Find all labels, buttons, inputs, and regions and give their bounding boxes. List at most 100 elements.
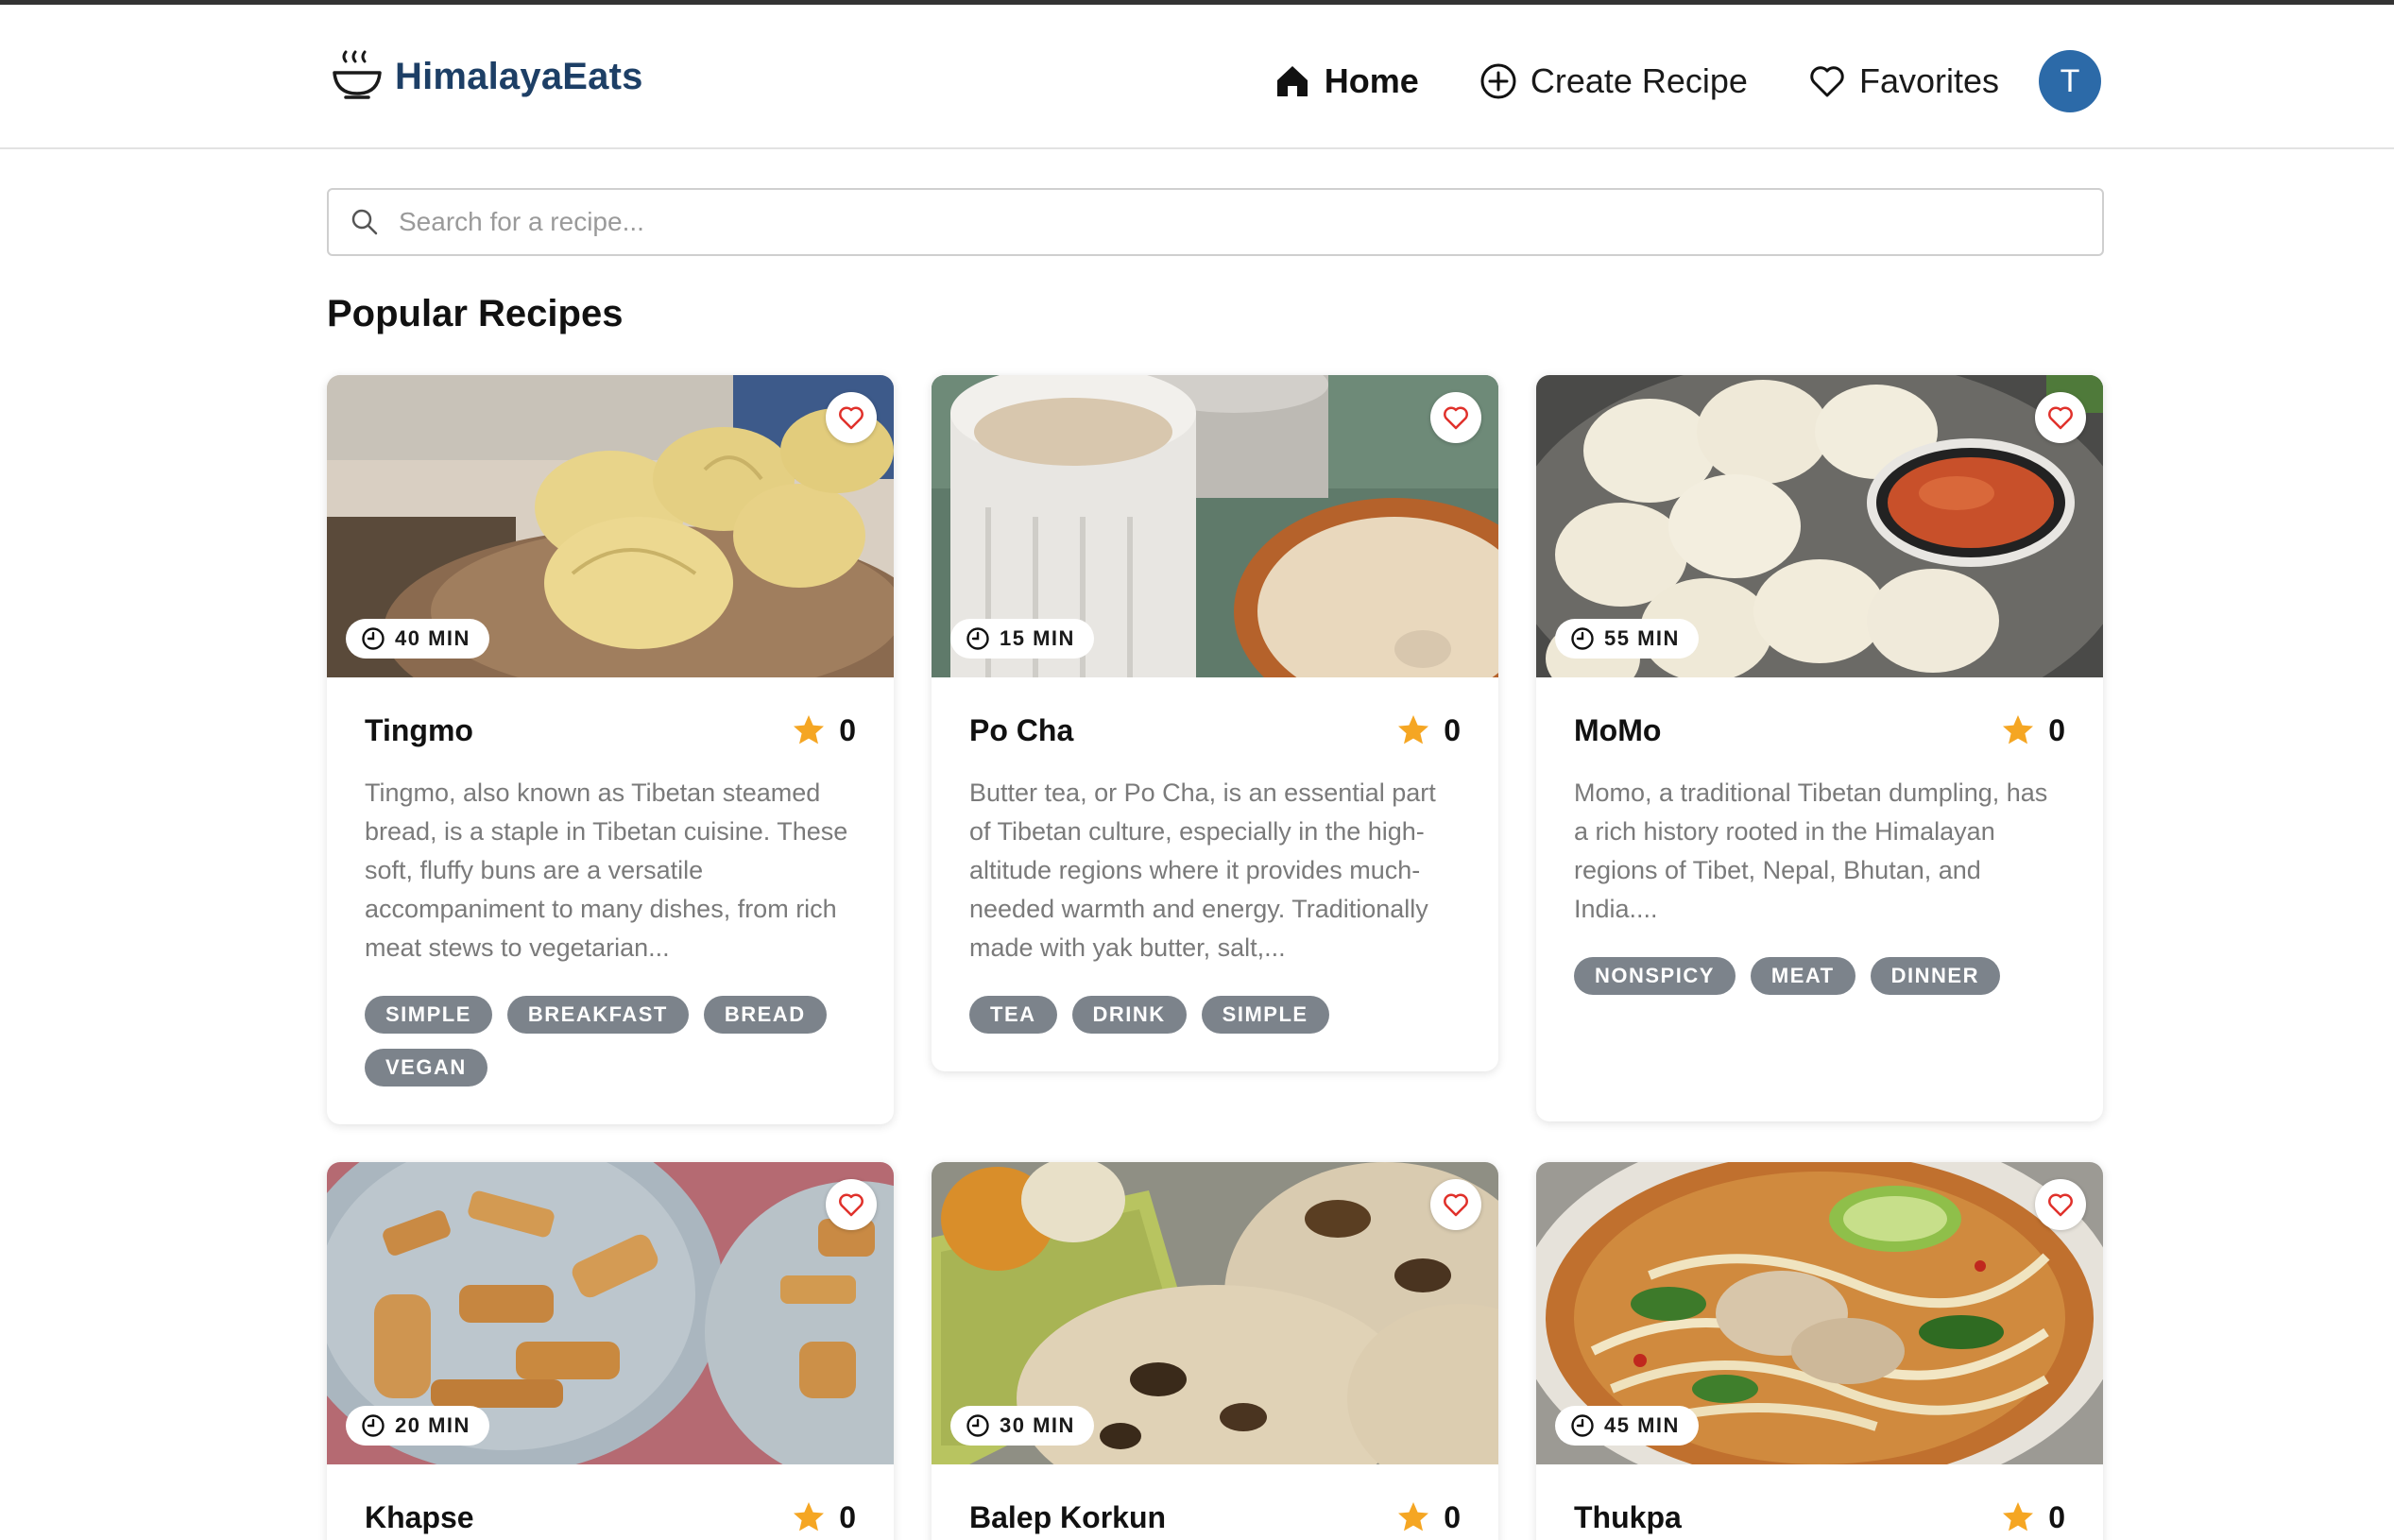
nav-create-recipe[interactable]: Create Recipe <box>1479 61 1748 101</box>
rating-value: 0 <box>1444 1499 1461 1534</box>
card-body: MoMo 0 Momo, a traditional Tibetan dumpl… <box>1536 677 2103 1121</box>
favorite-toggle[interactable] <box>1430 392 1481 443</box>
heart-icon <box>839 1193 864 1217</box>
plus-circle-icon <box>1480 63 1516 99</box>
cook-time-badge: 30 MIN <box>950 1406 1094 1446</box>
card-header: MoMo 0 <box>1574 711 2065 749</box>
rating: 0 <box>792 713 856 748</box>
recipe-card-momo[interactable]: 55 MIN MoMo 0 Momo, a traditional Tibeta… <box>1536 375 2103 1121</box>
tag[interactable]: MEAT <box>1750 957 1855 995</box>
tag[interactable]: DRINK <box>1071 996 1187 1034</box>
recipe-image: 45 MIN <box>1536 1162 2103 1464</box>
tag-list: TEA DRINK SIMPLE <box>969 996 1461 1034</box>
star-icon <box>1398 715 1429 744</box>
heart-icon <box>839 406 864 430</box>
star-icon <box>794 1502 825 1531</box>
card-header: Tingmo 0 <box>365 711 856 749</box>
nav-home[interactable]: Home <box>1274 61 1419 101</box>
favorite-toggle[interactable] <box>1430 1179 1481 1230</box>
recipe-card-khapse[interactable]: 20 MIN Khapse 0 <box>327 1162 894 1540</box>
star-icon <box>794 715 825 744</box>
search-icon <box>351 209 378 235</box>
brand-name: HimalayaEats <box>395 55 643 97</box>
clock-icon <box>1571 627 1594 650</box>
tag[interactable]: BREAD <box>703 996 827 1034</box>
card-header: Balep Korkun 0 <box>969 1498 1461 1536</box>
tag[interactable]: SIMPLE <box>365 996 492 1034</box>
user-avatar[interactable]: T <box>2039 50 2101 112</box>
rating-value: 0 <box>2048 712 2065 747</box>
cook-time: 40 MIN <box>395 626 470 650</box>
cook-time-badge: 40 MIN <box>346 619 489 659</box>
favorite-toggle[interactable] <box>2035 1179 2086 1230</box>
clock-icon <box>966 1414 989 1437</box>
section-title: Popular Recipes <box>327 293 624 334</box>
recipe-title[interactable]: Thukpa <box>1574 1500 1682 1535</box>
rating: 0 <box>1396 1500 1461 1535</box>
tag[interactable]: BREAKFAST <box>506 996 689 1034</box>
heart-icon <box>1810 66 1844 97</box>
rating: 0 <box>2001 1500 2065 1535</box>
heart-icon <box>2048 406 2073 430</box>
cook-time-badge: 55 MIN <box>1555 619 1699 659</box>
cook-time-badge: 15 MIN <box>950 619 1094 659</box>
recipe-card-tingmo[interactable]: 40 MIN Tingmo 0 Tingmo, also known as Ti… <box>327 375 894 1124</box>
recipe-title[interactable]: Balep Korkun <box>969 1500 1166 1535</box>
favorite-toggle[interactable] <box>826 1179 877 1230</box>
clock-icon <box>1571 1414 1594 1437</box>
favorite-toggle[interactable] <box>2035 392 2086 443</box>
clock-icon <box>966 627 989 650</box>
heart-icon <box>1444 406 1468 430</box>
nav-favorites[interactable]: Favorites <box>1808 61 1999 101</box>
cook-time-badge: 20 MIN <box>346 1406 489 1446</box>
star-icon <box>2003 1502 2034 1531</box>
nav-favorites-label: Favorites <box>1858 61 1999 100</box>
tag[interactable]: VEGAN <box>365 1049 487 1087</box>
tag-list: SIMPLE BREAKFAST BREAD VEGAN <box>365 996 856 1087</box>
recipe-card-balep-korkun[interactable]: 30 MIN Balep Korkun 0 <box>932 1162 1498 1540</box>
brand-logo-link[interactable]: HimalayaEats <box>331 48 643 105</box>
recipe-title[interactable]: Tingmo <box>365 713 473 748</box>
recipe-description: Tingmo, also known as Tibetan steamed br… <box>365 779 848 962</box>
tag[interactable]: NONSPICY <box>1574 957 1736 995</box>
search-input[interactable] <box>399 207 2080 237</box>
rating-value: 0 <box>1444 712 1461 747</box>
clock-icon <box>362 627 385 650</box>
card-header: Po Cha 0 <box>969 711 1461 749</box>
rating: 0 <box>1396 713 1461 748</box>
cook-time: 20 MIN <box>395 1413 470 1437</box>
nav-home-label: Home <box>1324 61 1419 100</box>
tag[interactable]: SIMPLE <box>1201 996 1329 1034</box>
recipe-card-thukpa[interactable]: 45 MIN Thukpa 0 <box>1536 1162 2103 1540</box>
tag-list: NONSPICY MEAT DINNER <box>1574 957 2065 995</box>
favorite-toggle[interactable] <box>826 392 877 443</box>
tag[interactable]: TEA <box>969 996 1057 1034</box>
top-navbar: HimalayaEats Home Create Recipe Favorite… <box>0 5 2394 149</box>
cook-time: 30 MIN <box>1000 1413 1075 1437</box>
rating-value: 0 <box>839 1499 856 1534</box>
card-body: Po Cha 0 Butter tea, or Po Cha, is an es… <box>932 677 1498 1071</box>
heart-icon <box>1444 1193 1468 1217</box>
recipe-image: 20 MIN <box>327 1162 894 1464</box>
recipe-image: 40 MIN <box>327 375 894 677</box>
recipe-image: 55 MIN <box>1536 375 2103 677</box>
clock-icon <box>362 1414 385 1437</box>
nav-create-label: Create Recipe <box>1530 61 1748 100</box>
recipe-image: 15 MIN <box>932 375 1498 677</box>
tag[interactable]: DINNER <box>1870 957 2000 995</box>
recipe-title[interactable]: MoMo <box>1574 713 1661 748</box>
card-body: Tingmo 0 Tingmo, also known as Tibetan s… <box>327 677 894 1124</box>
recipe-card-po-cha[interactable]: 15 MIN Po Cha 0 Butter tea, or Po Cha, i… <box>932 375 1498 1071</box>
recipe-title[interactable]: Khapse <box>365 1500 474 1535</box>
card-body: Balep Korkun 0 <box>932 1464 1498 1540</box>
cook-time: 45 MIN <box>1604 1413 1680 1437</box>
rating: 0 <box>792 1500 856 1535</box>
search-bar <box>327 188 2104 256</box>
rating-value: 0 <box>839 712 856 747</box>
card-header: Khapse 0 <box>365 1498 856 1536</box>
main-nav: Home Create Recipe Favorites T <box>1274 50 2101 112</box>
cook-time: 15 MIN <box>1000 626 1075 650</box>
heart-icon <box>2048 1193 2073 1217</box>
rating-value: 0 <box>2048 1499 2065 1534</box>
recipe-title[interactable]: Po Cha <box>969 713 1073 748</box>
